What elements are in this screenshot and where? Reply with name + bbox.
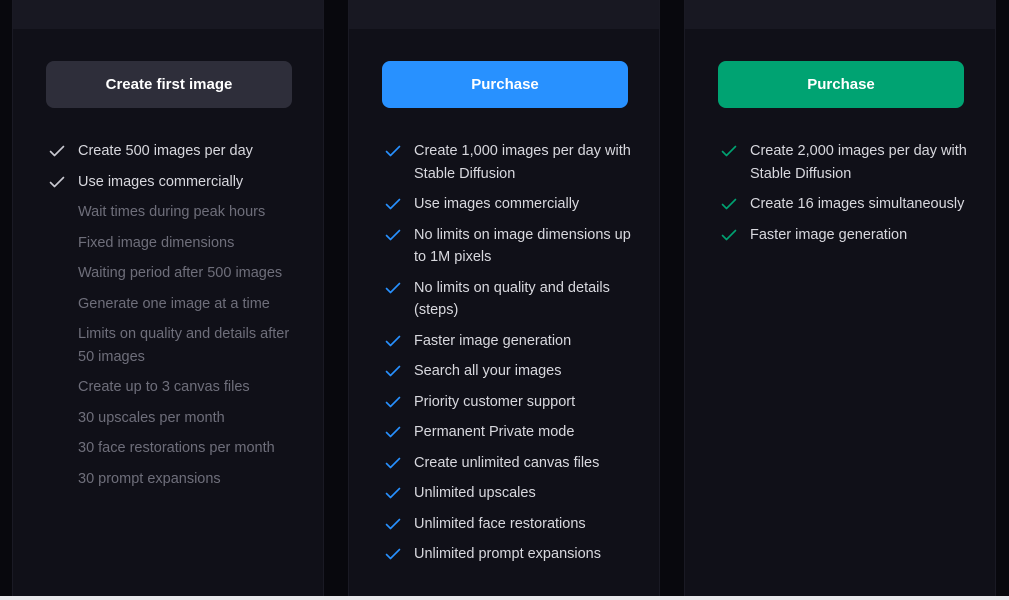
check-icon bbox=[385, 548, 401, 560]
feature-text: Create 16 images simultaneously bbox=[750, 196, 965, 212]
feature-item: Faster image generation bbox=[720, 224, 970, 247]
feature-text: 30 prompt expansions bbox=[78, 470, 221, 487]
feature-item-excluded: Wait times during peak hours bbox=[48, 201, 298, 224]
feature-item-excluded: Generate one image at a time bbox=[48, 293, 298, 316]
feature-text: Priority customer support bbox=[414, 393, 576, 410]
feature-text: Fixed image dimensions bbox=[78, 234, 235, 251]
plan-card-free: Create first image Create 500 images per… bbox=[12, 0, 324, 596]
feature-text: Create unlimited canvas files bbox=[414, 454, 600, 471]
feature-list: Create 1,000 images per day with Stable … bbox=[384, 140, 634, 574]
feature-item: Unlimited upscales bbox=[384, 482, 634, 505]
feature-item-excluded: 30 face restorations per month bbox=[48, 437, 298, 460]
feature-text: Create up to 3 canvas files bbox=[78, 379, 250, 395]
check-icon bbox=[385, 518, 401, 529]
feature-text: Faster image generation bbox=[750, 226, 908, 243]
feature-item: Priority customer support bbox=[384, 391, 634, 414]
feature-text: Unlimited prompt expansions bbox=[414, 546, 601, 562]
feature-item: Use images commercially bbox=[384, 193, 634, 216]
feature-item: Create 500 images per day bbox=[48, 140, 298, 163]
feature-list: Create 2,000 images per day with Stable … bbox=[720, 140, 970, 254]
feature-text: No limits on quality and details (steps) bbox=[414, 279, 610, 319]
feature-text: Create 2,000 images per day with Stable … bbox=[750, 143, 967, 182]
feature-item-excluded: 30 upscales per month bbox=[48, 407, 298, 430]
feature-text: Use images commercially bbox=[414, 196, 580, 212]
feature-item: Search all your images bbox=[384, 360, 634, 383]
plan-card-blue: Purchase Create 1,000 images per day wit… bbox=[348, 0, 660, 596]
feature-item: Faster image generation bbox=[384, 330, 634, 353]
feature-text: Faster image generation bbox=[414, 332, 572, 349]
feature-text: Unlimited face restorations bbox=[414, 515, 586, 532]
card-header-bar bbox=[685, 0, 995, 29]
feature-text: 30 face restorations per month bbox=[78, 440, 275, 456]
feature-item: No limits on image dimensions up to 1M p… bbox=[384, 224, 634, 269]
check-icon bbox=[49, 145, 65, 157]
feature-item: Create unlimited canvas files bbox=[384, 452, 634, 475]
create-first-image-button[interactable]: Create first image bbox=[46, 61, 292, 108]
card-header-bar bbox=[13, 0, 323, 29]
feature-text: Create 500 images per day bbox=[78, 143, 253, 159]
feature-text: 30 upscales per month bbox=[78, 409, 225, 426]
check-icon bbox=[385, 365, 401, 377]
feature-item: Create 16 images simultaneously bbox=[720, 193, 970, 216]
feature-list: Create 500 images per day Use images com… bbox=[48, 140, 298, 498]
plan-card-green: Purchase Create 2,000 images per day wit… bbox=[684, 0, 996, 596]
feature-item: Create 2,000 images per day with Stable … bbox=[720, 140, 970, 185]
feature-item: Create 1,000 images per day with Stable … bbox=[384, 140, 634, 185]
check-icon bbox=[385, 487, 401, 499]
check-icon bbox=[721, 145, 737, 157]
feature-item-excluded: 30 prompt expansions bbox=[48, 468, 298, 491]
purchase-button[interactable]: Purchase bbox=[718, 61, 964, 108]
feature-item-excluded: Fixed image dimensions bbox=[48, 232, 298, 255]
check-icon bbox=[385, 457, 401, 468]
feature-item: Permanent Private mode bbox=[384, 421, 634, 444]
feature-text: Waiting period after 500 images bbox=[78, 265, 283, 281]
feature-item: Unlimited prompt expansions bbox=[384, 543, 634, 566]
feature-text: No limits on image dimensions up to 1M p… bbox=[414, 226, 631, 266]
check-icon bbox=[49, 176, 65, 187]
card-header-bar bbox=[349, 0, 659, 29]
check-icon bbox=[385, 396, 401, 407]
feature-text: Generate one image at a time bbox=[78, 295, 270, 312]
feature-item-excluded: Create up to 3 canvas files bbox=[48, 376, 298, 399]
check-icon bbox=[721, 198, 737, 210]
check-icon bbox=[385, 282, 401, 293]
feature-item: Use images commercially bbox=[48, 171, 298, 194]
feature-item: Unlimited face restorations bbox=[384, 513, 634, 536]
feature-text: Permanent Private mode bbox=[414, 424, 575, 440]
check-icon bbox=[385, 198, 401, 210]
feature-text: Create 1,000 images per day with Stable … bbox=[414, 143, 631, 182]
feature-text: Wait times during peak hours bbox=[78, 204, 266, 220]
feature-item-excluded: Waiting period after 500 images bbox=[48, 262, 298, 285]
check-icon bbox=[385, 335, 401, 346]
purchase-button[interactable]: Purchase bbox=[382, 61, 628, 108]
check-icon bbox=[721, 229, 737, 240]
feature-item-excluded: Limits on quality and details after 50 i… bbox=[48, 323, 298, 368]
feature-text: Use images commercially bbox=[78, 173, 244, 190]
bottom-edge bbox=[0, 596, 1009, 600]
check-icon bbox=[385, 145, 401, 157]
check-icon bbox=[385, 426, 401, 438]
feature-text: Search all your images bbox=[414, 363, 562, 379]
feature-text: Unlimited upscales bbox=[414, 485, 536, 501]
feature-item: No limits on quality and details (steps) bbox=[384, 277, 634, 322]
feature-text: Limits on quality and details after 50 i… bbox=[78, 326, 290, 365]
check-icon bbox=[385, 229, 401, 240]
